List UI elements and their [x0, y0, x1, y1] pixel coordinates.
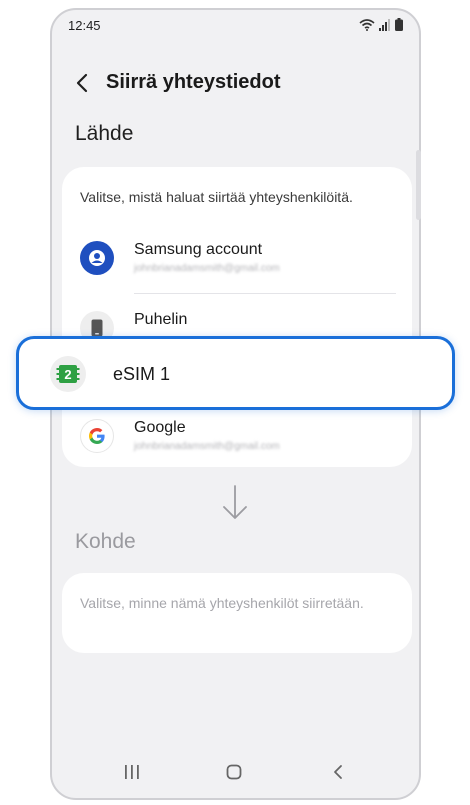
navigation-bar: [52, 746, 419, 798]
google-icon: [80, 419, 114, 453]
source-card: Valitse, mistä haluat siirtää yhteyshenk…: [62, 167, 412, 467]
back-button[interactable]: [70, 69, 94, 97]
nav-back-button[interactable]: [324, 758, 352, 786]
chevron-left-icon: [76, 73, 88, 93]
source-item-google[interactable]: Google johnbrianadamsmith@gmail.com: [80, 411, 396, 461]
side-key: [416, 150, 421, 220]
destination-card[interactable]: Valitse, minne nämä yhteyshenkilöt siirr…: [62, 573, 412, 653]
back-icon: [334, 765, 342, 779]
recents-button[interactable]: [118, 758, 146, 786]
source-item-account: johnbrianadamsmith@gmail.com: [134, 441, 280, 452]
arrow-down-icon: [223, 485, 247, 519]
esim-badge-number: 2: [64, 367, 71, 382]
battery-icon: [395, 18, 403, 31]
destination-description: Valitse, minne nämä yhteyshenkilöt siirr…: [80, 595, 364, 611]
source-item-name: Puhelin: [134, 311, 188, 328]
page-title: Siirrä yhteystiedot: [106, 71, 281, 93]
wifi-icon: [359, 18, 375, 31]
source-description: Valitse, mistä haluat siirtää yhteyshenk…: [80, 189, 353, 205]
source-item-name: eSIM 1: [113, 364, 171, 384]
esim-icon: 2: [50, 356, 86, 392]
screen: 12:45 Siirrä yhteystiedot Lähde Valitse,…: [0, 0, 470, 805]
source-item-name: Google: [134, 419, 186, 436]
source-item-samsung-account[interactable]: Samsung account johnbrianadamsmith@gmail…: [80, 233, 396, 283]
status-bar: 12:45: [52, 10, 419, 40]
status-icons: [359, 18, 403, 31]
app-bar: Siirrä yhteystiedot: [52, 65, 419, 101]
source-item-account: johnbrianadamsmith@gmail.com: [134, 263, 280, 274]
samsung-account-icon: [80, 241, 114, 275]
signal-icon: [379, 18, 390, 31]
recents-icon: [125, 765, 139, 779]
destination-section-title: Kohde: [75, 530, 136, 553]
home-icon: [226, 764, 242, 780]
status-time: 12:45: [68, 18, 101, 33]
row-divider: [134, 293, 396, 294]
source-item-name: Samsung account: [134, 241, 263, 258]
home-button[interactable]: [220, 758, 248, 786]
source-section-title: Lähde: [75, 122, 134, 145]
source-item-esim-1[interactable]: 2 eSIM 1: [16, 336, 455, 410]
